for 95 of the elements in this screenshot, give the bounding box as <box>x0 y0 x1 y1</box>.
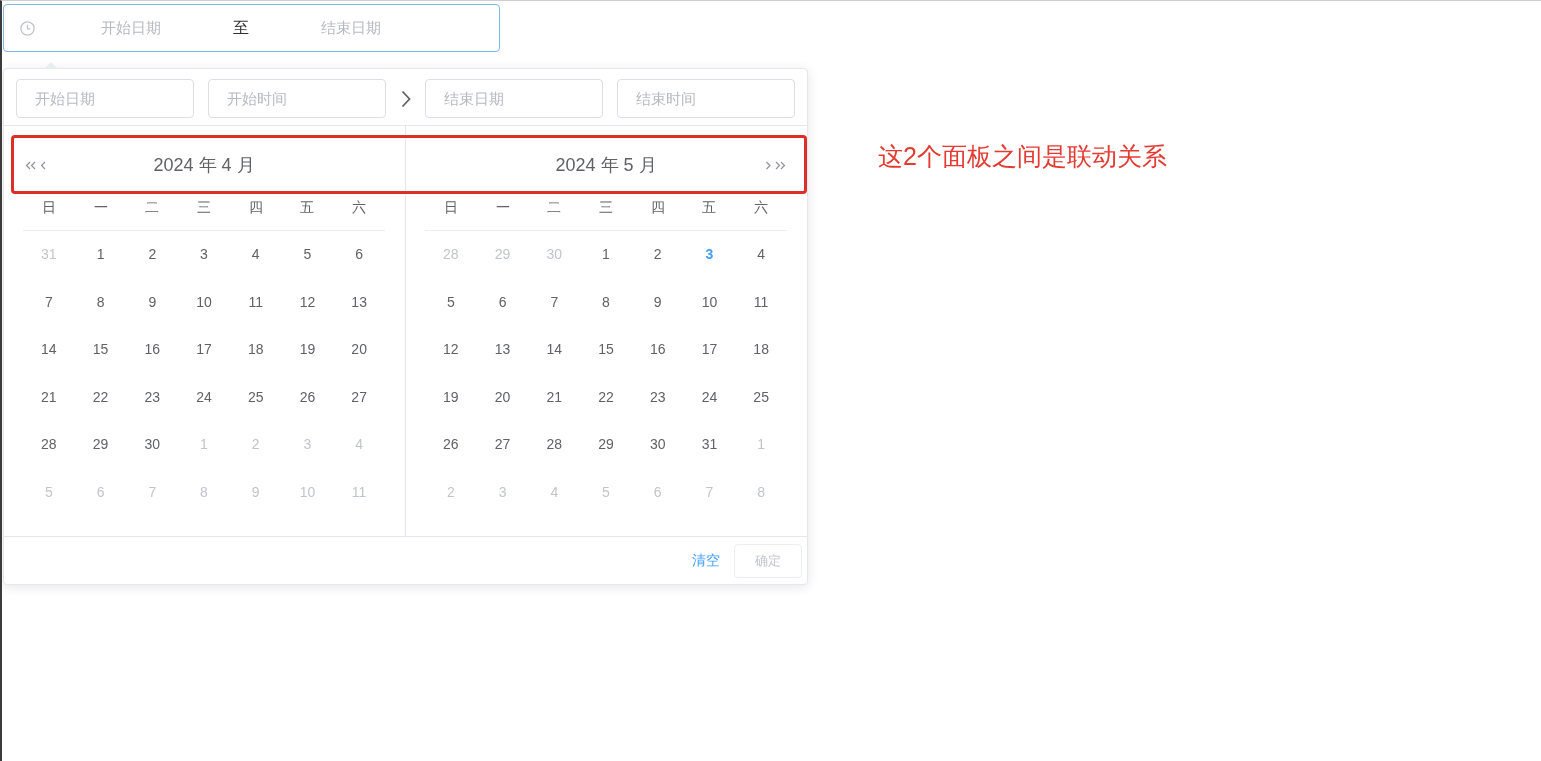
date-cell[interactable]: 11 <box>248 291 263 313</box>
date-cell[interactable]: 1 <box>96 244 105 266</box>
weekday-label: 一 <box>495 197 510 217</box>
date-cell[interactable]: 21 <box>546 386 563 408</box>
date-cell[interactable]: 18 <box>753 339 769 361</box>
date-cell[interactable]: 27 <box>494 434 511 456</box>
date-cell[interactable]: 30 <box>144 434 161 456</box>
weekday-label: 三 <box>197 197 211 217</box>
date-cell[interactable]: 26 <box>443 434 459 456</box>
chevron-left-icon <box>40 160 46 170</box>
start-time-input[interactable]: 开始时间 <box>208 79 386 118</box>
date-cell[interactable]: 25 <box>247 386 264 408</box>
date-cell[interactable]: 15 <box>598 339 614 361</box>
weekday-label: 三 <box>599 197 613 217</box>
date-cell[interactable]: 18 <box>247 339 264 361</box>
month-title: 2024 年 4 月 <box>153 154 255 175</box>
prev-year-button[interactable] <box>25 160 36 170</box>
date-cell[interactable]: 10 <box>701 291 718 313</box>
end-date-input[interactable]: 结束日期 <box>255 17 447 39</box>
weekday-label: 六 <box>754 197 769 217</box>
date-cell[interactable]: 21 <box>41 386 57 408</box>
chevron-right-icon <box>400 89 411 108</box>
date-cell[interactable]: 9 <box>653 291 662 313</box>
date-cell[interactable]: 29 <box>598 434 614 456</box>
start-date-input[interactable]: 开始日期 <box>35 17 227 39</box>
date-cell[interactable]: 22 <box>598 386 614 408</box>
next-month-button[interactable] <box>765 160 771 170</box>
date-cell[interactable]: 24 <box>701 386 718 408</box>
date-cell[interactable]: 24 <box>196 386 212 408</box>
date-cell[interactable]: 4 <box>757 244 766 266</box>
end-date-input[interactable]: 结束日期 <box>425 79 603 118</box>
date-cell[interactable]: 14 <box>41 339 57 361</box>
date-cell[interactable]: 7 <box>44 291 53 313</box>
date-cell[interactable]: 17 <box>196 339 212 361</box>
date-cell[interactable]: 8 <box>96 291 105 313</box>
date-cell[interactable]: 12 <box>299 291 316 313</box>
start-date-input[interactable]: 开始日期 <box>16 79 194 118</box>
weekday-label: 六 <box>352 197 367 217</box>
date-cell[interactable]: 16 <box>649 339 666 361</box>
date-cell[interactable]: 6 <box>498 291 507 313</box>
weekday-label: 二 <box>547 197 562 217</box>
date-cell[interactable]: 8 <box>602 291 610 313</box>
date-cell[interactable]: 2 <box>148 244 157 266</box>
date-cell[interactable]: 2 <box>653 244 662 266</box>
range-separator: 至 <box>233 18 249 38</box>
date-cell[interactable]: 12 <box>443 339 459 361</box>
date-cell[interactable]: 15 <box>92 339 109 361</box>
date-cell[interactable]: 19 <box>443 386 459 408</box>
weekday-label: 四 <box>650 197 665 217</box>
date-cell[interactable]: 7 <box>550 291 559 313</box>
date-cell[interactable]: 5 <box>446 291 455 313</box>
date-cell[interactable]: 5 <box>303 244 312 266</box>
date-cell[interactable]: 10 <box>196 291 212 313</box>
double-chevron-right-icon <box>775 160 786 170</box>
annotation-text: 这2个面板之间是联动关系 <box>878 141 1167 171</box>
date-cell[interactable]: 23 <box>144 386 161 408</box>
date-cell[interactable]: 3 <box>200 244 208 266</box>
date-cell[interactable]: 22 <box>92 386 109 408</box>
date-cell[interactable]: 27 <box>351 386 367 408</box>
weekday-label: 日 <box>443 197 458 217</box>
double-chevron-left-icon <box>25 160 36 170</box>
clock-icon <box>20 20 35 36</box>
weekday-label: 二 <box>145 197 160 217</box>
date-cell[interactable]: 19 <box>299 339 316 361</box>
date-cell[interactable]: 28 <box>546 434 563 456</box>
date-cell[interactable]: 16 <box>144 339 161 361</box>
weekday-label: 一 <box>93 197 108 217</box>
date-cell[interactable]: 4 <box>251 244 260 266</box>
end-time-input[interactable]: 结束时间 <box>617 79 795 118</box>
date-cell[interactable]: 6 <box>355 244 364 266</box>
chevron-right-icon <box>765 160 771 170</box>
date-cell[interactable]: 23 <box>649 386 666 408</box>
date-cell[interactable]: 1 <box>602 244 610 266</box>
weekday-label: 四 <box>248 197 263 217</box>
date-cell[interactable]: 17 <box>701 339 718 361</box>
date-cell[interactable]: 20 <box>351 339 367 361</box>
weekday-label: 日 <box>41 197 56 217</box>
date-cell[interactable]: 13 <box>351 291 367 313</box>
date-cell[interactable]: 13 <box>494 339 511 361</box>
date-cell[interactable]: 30 <box>649 434 666 456</box>
date-cell[interactable]: 26 <box>299 386 316 408</box>
date-cell[interactable]: 9 <box>148 291 157 313</box>
date-cell[interactable]: 25 <box>753 386 769 408</box>
weekday-label: 五 <box>300 197 315 217</box>
weekday-label: 五 <box>702 197 717 217</box>
date-cell[interactable]: 11 <box>753 291 769 313</box>
prev-month-button[interactable] <box>40 160 46 170</box>
date-range-field[interactable]: 开始日期 至 结束日期 <box>3 4 500 52</box>
date-cell[interactable]: 20 <box>494 386 511 408</box>
date-cell[interactable]: 28 <box>41 434 57 456</box>
date-cell[interactable]: 31 <box>701 434 718 456</box>
next-year-button[interactable] <box>775 160 786 170</box>
month-title: 2024 年 5 月 <box>555 154 657 175</box>
date-cell[interactable]: 14 <box>546 339 563 361</box>
date-cell[interactable]: 29 <box>92 434 109 456</box>
